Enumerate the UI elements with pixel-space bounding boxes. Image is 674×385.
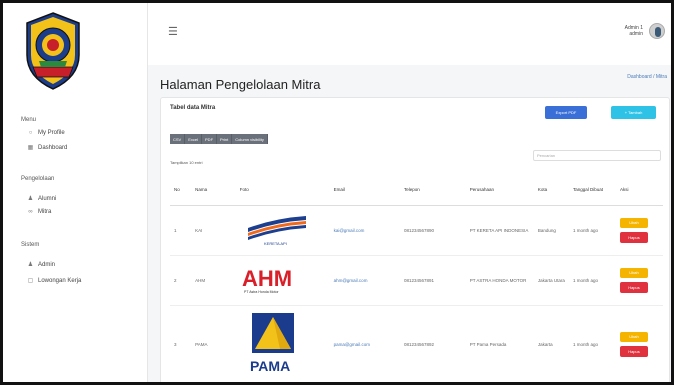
column-visibility-button[interactable]: Column visibility [232, 134, 268, 144]
sidebar-item-mitra[interactable]: ∞ Mitra [27, 209, 51, 215]
column-header[interactable]: Telepon [400, 175, 466, 206]
cell-no: 1 [170, 205, 192, 256]
ahm-logo: AHM PT Astra Honda Motor [242, 266, 292, 294]
dashboard-icon: ▦ [27, 145, 34, 151]
cell-foto: KERETA API [235, 205, 330, 256]
cell-no: 2 [170, 255, 192, 306]
cell-no: 3 [170, 305, 192, 382]
app-window: Menu ○ My Profile ▦ Dashboard Pengelolaa… [0, 0, 674, 385]
cell-nama: PAMA [191, 305, 236, 382]
print-button[interactable]: Print [217, 134, 233, 144]
mitra-card: Tabel data Mitra Export PDF + Tambah CSV… [160, 97, 670, 382]
cell-perusahaan: PT KERETA API INDONESIA [465, 205, 534, 256]
users-icon: ♟ [27, 196, 34, 202]
cell-telepon: 081234567890 [400, 205, 466, 256]
sidebar-item-label: Dashboard [38, 144, 68, 151]
column-header[interactable]: Perusahaan [465, 175, 534, 206]
user-icon: ○ [28, 130, 33, 136]
sidebar-section-sistem: Sistem [21, 242, 40, 248]
add-mitra-button[interactable]: + Tambah [611, 106, 656, 119]
sidebar-item-label: Mitra [38, 209, 52, 215]
cell-email[interactable]: kai@gmail.com [329, 205, 401, 256]
table-row: 1 KAI KERETA API kai@gmail.com 081234567… [170, 205, 663, 256]
user-info[interactable]: Admin 1 admin [625, 25, 643, 37]
cell-nama: KAI [191, 205, 236, 256]
cell-email[interactable]: pama@gmail.com [329, 305, 401, 382]
cell-perusahaan: PT Pama Persada [465, 305, 534, 382]
column-header[interactable]: Tanggal Dibuat [569, 175, 616, 206]
cell-tanggal: 1 month ago [569, 205, 616, 256]
ahm-logo-subtext: PT Astra Honda Motor [244, 290, 279, 294]
cell-kota: Jakarta [533, 305, 570, 382]
sidebar: Menu ○ My Profile ▦ Dashboard Pengelolaa… [3, 3, 148, 382]
cell-nama: AHM [191, 255, 236, 306]
pama-logo-text: PAMA [250, 358, 290, 374]
excel-button[interactable]: Excel [185, 134, 203, 144]
datatable-buttons: CSV Excel PDF Print Column visibility [170, 134, 268, 144]
cell-kota: Jakarta Utara [533, 255, 570, 306]
sidebar-item-lowongan-kerja[interactable]: ▢ Lowongan Kerja [27, 277, 82, 285]
delete-button[interactable]: Hapus [619, 281, 648, 293]
sidebar-item-admin[interactable]: ♟ Admin [27, 261, 56, 269]
sidebar-item-my-profile[interactable]: ○ My Profile [27, 130, 65, 136]
sidebar-item-label: Admin [38, 261, 56, 268]
delete-button[interactable]: Hapus [619, 231, 648, 243]
page-title: Halaman Pengelolaan Mitra [160, 77, 321, 92]
briefcase-icon: ▢ [27, 278, 34, 284]
pdf-button[interactable]: PDF [202, 134, 218, 144]
csv-button[interactable]: CSV [170, 134, 186, 144]
edit-button[interactable]: Ubah [619, 217, 648, 228]
column-header[interactable]: No [170, 175, 192, 206]
cell-telepon: 081234567892 [400, 305, 466, 382]
delete-button[interactable]: Hapus [619, 345, 648, 357]
export-pdf-button[interactable]: Export PDF [545, 106, 587, 119]
table-row: 2 AHM AHM PT Astra Honda Motor ahm@gmail… [170, 255, 663, 306]
cell-tanggal: 1 month ago [569, 255, 616, 306]
sidebar-section-pengelolaan: Pengelolaan [21, 176, 55, 182]
breadcrumb[interactable]: Dashboard / Mitra [627, 74, 667, 80]
cell-aksi: Ubah Hapus [615, 255, 663, 306]
cell-perusahaan: PT ASTRA HONDA MOTOR [465, 255, 534, 306]
cell-kota: Bandung [533, 205, 570, 256]
cell-aksi: Ubah Hapus [615, 205, 663, 256]
admin-icon: ♟ [27, 262, 34, 268]
cell-email[interactable]: ahm@gmail.com [329, 255, 401, 306]
sidebar-item-label: My Profile [38, 130, 65, 136]
ahm-logo-text: AHM [242, 266, 292, 291]
pama-logo: PAMA [250, 312, 294, 374]
sidebar-item-dashboard[interactable]: ▦ Dashboard [27, 144, 68, 152]
show-entries-select[interactable]: Tampilkan 10 entri [170, 160, 202, 165]
cell-foto: AHM PT Astra Honda Motor [235, 255, 330, 306]
avatar[interactable] [649, 23, 665, 39]
kai-logo-text: KERETA API [264, 241, 287, 246]
handshake-icon: ∞ [28, 209, 33, 215]
column-header[interactable]: Foto [235, 175, 330, 206]
sidebar-item-alumni[interactable]: ♟ Alumni [27, 195, 57, 203]
edit-button[interactable]: Ubah [619, 331, 648, 342]
column-header[interactable]: Kota [533, 175, 570, 206]
table-header-row: No Nama Foto Email Telepon Perusahaan Ko… [170, 175, 663, 206]
column-header[interactable]: Email [329, 175, 401, 206]
main-content: ☰ Admin 1 admin Halaman Pengelolaan Mitr… [148, 3, 671, 382]
search-input[interactable]: Pencarian [533, 150, 661, 161]
column-header[interactable]: Nama [191, 175, 236, 206]
cell-foto: PAMA [235, 305, 330, 382]
kai-logo: KERETA API [247, 215, 306, 246]
column-header[interactable]: Aksi [615, 175, 663, 206]
top-navbar: ☰ Admin 1 admin [148, 3, 671, 65]
institution-logo [26, 12, 80, 90]
cell-tanggal: 1 month ago [569, 305, 616, 382]
card-title: Tabel data Mitra [170, 105, 216, 111]
cell-telepon: 081234567891 [400, 255, 466, 306]
edit-button[interactable]: Ubah [619, 267, 648, 278]
sidebar-section-menu: Menu [21, 117, 37, 123]
sidebar-item-label: Lowongan Kerja [38, 277, 82, 284]
cell-aksi: Ubah Hapus [615, 305, 663, 382]
table-row: 3 PAMA PAMA pama@gmail.com 081234567892 [170, 305, 663, 382]
user-role: admin [629, 31, 643, 37]
menu-icon[interactable]: ☰ [168, 25, 178, 38]
mitra-table: No Nama Foto Email Telepon Perusahaan Ko… [170, 175, 663, 382]
sidebar-item-label: Alumni [38, 195, 57, 202]
